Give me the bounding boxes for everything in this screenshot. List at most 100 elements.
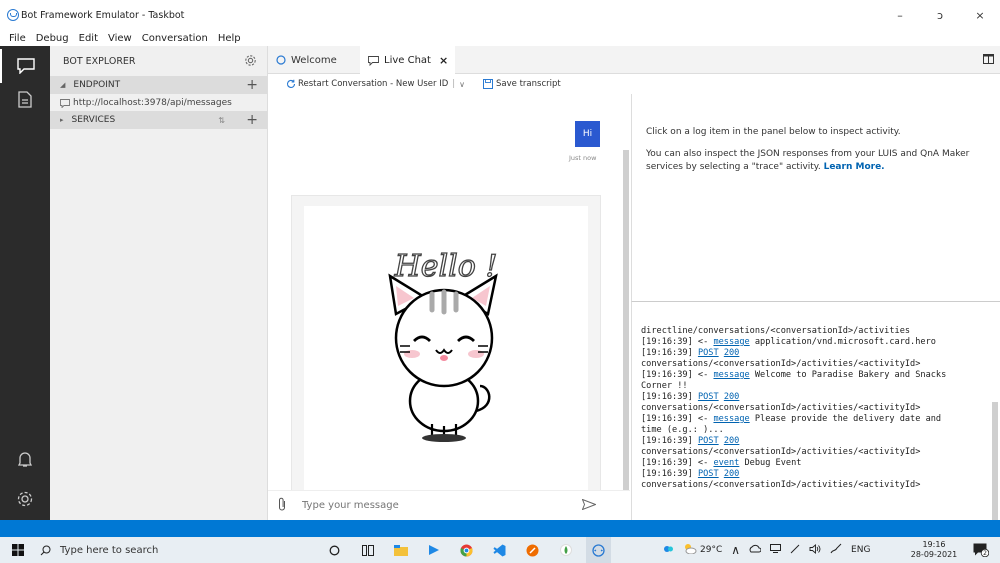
tab-live-chat[interactable]: Live Chat × — [360, 46, 455, 75]
sort-icon[interactable]: ⇅ — [218, 116, 225, 125]
log-entry[interactable]: [19:16:39] <- message Welcome to Paradis… — [641, 370, 993, 381]
language-indicator[interactable]: ENG — [851, 545, 870, 555]
log-status-link[interactable]: 200 — [724, 469, 740, 479]
bot-emulator-taskbar-icon[interactable] — [586, 537, 611, 563]
taskbar-search[interactable]: Type here to search — [40, 537, 158, 563]
log-scrollbar[interactable] — [992, 402, 998, 520]
pen-workspace-icon[interactable] — [830, 543, 842, 557]
log-activity-link[interactable]: message — [713, 370, 749, 380]
chevron-down-icon[interactable]: ∨ — [459, 80, 465, 89]
save-transcript-button[interactable]: Save transcript — [483, 79, 561, 89]
log-entry[interactable]: [19:16:39] <- event Debug Event — [641, 458, 993, 469]
pen-icon[interactable] — [790, 544, 800, 557]
menu-edit[interactable]: Edit — [79, 33, 98, 44]
postman-icon[interactable] — [520, 537, 545, 563]
log-entry-detail: Welcome to Paradise Bakery and Snacks — [749, 370, 947, 380]
log-activity-link[interactable]: event — [713, 458, 739, 468]
add-endpoint-button[interactable]: + — [246, 77, 258, 93]
log-activity-link[interactable]: POST — [698, 436, 719, 446]
app-blue-icon[interactable] — [421, 537, 446, 563]
log-entry[interactable]: [19:16:39] POST 200 — [641, 436, 993, 447]
learn-more-link[interactable]: Learn More. — [824, 162, 885, 172]
chat-scrollbar[interactable] — [623, 150, 629, 490]
log-entry[interactable]: conversations/<conversationId>/activitie… — [641, 359, 993, 370]
bot-explorer-icon[interactable] — [0, 49, 50, 83]
sync-icon[interactable] — [663, 544, 674, 557]
log-entry[interactable]: [19:16:39] POST 200 — [641, 392, 993, 403]
task-view-icon[interactable] — [355, 537, 380, 563]
menu-conversation[interactable]: Conversation — [142, 33, 208, 44]
log-entry[interactable]: Corner !! — [641, 381, 993, 392]
log-entry-detail: Please provide the delivery date and — [749, 414, 942, 424]
menu-file[interactable]: File — [9, 33, 26, 44]
log-entry[interactable]: conversations/<conversationId>/activitie… — [641, 447, 993, 458]
system-tray: 29°C ∧ ENG — [663, 537, 879, 563]
status-bar — [0, 520, 1000, 537]
log-direction: <- — [692, 458, 714, 468]
weather-temperature[interactable]: 29°C — [700, 545, 722, 555]
log-entry[interactable]: conversations/<conversationId>/activitie… — [641, 403, 993, 414]
menu-debug[interactable]: Debug — [36, 33, 69, 44]
log-entry[interactable]: [19:16:39] <- message application/vnd.mi… — [641, 337, 993, 348]
chat-icon — [368, 55, 379, 66]
services-section[interactable]: ▸ SERVICES ⇅ + — [50, 111, 267, 129]
log-status-link[interactable]: 200 — [724, 392, 740, 402]
close-button[interactable]: × — [960, 0, 1000, 30]
hero-card-image: Hello ! — [304, 206, 588, 494]
settings-icon[interactable] — [244, 54, 257, 70]
menu-view[interactable]: View — [108, 33, 132, 44]
app-green-icon[interactable] — [553, 537, 578, 563]
onedrive-icon[interactable] — [749, 544, 762, 556]
log-entry[interactable]: [19:16:39] POST 200 — [641, 469, 993, 480]
endpoint-section[interactable]: ◢ ENDPOINT + — [50, 76, 267, 94]
attachment-icon[interactable] — [278, 497, 286, 514]
log-status-link[interactable]: 200 — [724, 348, 740, 358]
log-activity-link[interactable]: POST — [698, 392, 719, 402]
log-timestamp: [19:16:39] — [641, 392, 693, 402]
restart-conversation-button[interactable]: Restart Conversation - New User ID | ∨ — [286, 79, 465, 89]
chrome-icon[interactable] — [454, 537, 479, 563]
hero-card-text: Hello ! — [394, 249, 498, 284]
log-entry[interactable]: [19:16:39] <- message Please provide the… — [641, 414, 993, 425]
cortana-icon[interactable] — [322, 537, 347, 563]
file-explorer-icon[interactable] — [388, 537, 413, 563]
send-icon[interactable] — [581, 498, 597, 513]
vscode-icon[interactable] — [487, 537, 512, 563]
log-entry[interactable]: conversations/<conversationId>/activitie… — [641, 480, 993, 491]
menu-help[interactable]: Help — [218, 33, 241, 44]
log-entry[interactable]: directline/conversations/<conversationId… — [641, 326, 993, 337]
log-activity-link[interactable]: POST — [698, 469, 719, 479]
message-composer — [268, 490, 630, 520]
endpoint-item[interactable]: http://localhost:3978/api/messages — [50, 95, 267, 111]
settings-gear-icon[interactable] — [0, 482, 50, 516]
minimize-button[interactable]: – — [880, 0, 920, 30]
resources-icon[interactable] — [0, 82, 50, 116]
tab-live-chat-label: Live Chat — [384, 55, 431, 66]
log-entry[interactable]: time (e.g.: )... — [641, 425, 993, 436]
chevron-down-icon: ◢ — [60, 81, 66, 89]
chat-icon — [60, 98, 70, 108]
close-tab-icon[interactable]: × — [439, 54, 448, 67]
log-direction: <- — [692, 414, 714, 424]
log-activity-link[interactable]: message — [713, 414, 749, 424]
split-view-icon[interactable] — [983, 54, 994, 67]
log-entry[interactable]: [19:16:39] POST 200 — [641, 348, 993, 359]
log-activity-link[interactable]: POST — [698, 348, 719, 358]
restore-button[interactable]: ɔ — [920, 0, 960, 30]
windows-start-icon[interactable] — [12, 544, 24, 556]
chevron-up-icon[interactable]: ∧ — [731, 543, 740, 557]
notification-center-icon[interactable]: 2 — [973, 543, 990, 560]
tab-welcome[interactable]: Welcome — [276, 46, 337, 74]
log-activity-link[interactable]: message — [713, 337, 749, 347]
add-service-button[interactable]: + — [246, 112, 258, 128]
menu-bar: File Debug Edit View Conversation Help — [0, 30, 1000, 46]
taskbar-clock[interactable]: 19:16 28-09-2021 — [908, 540, 960, 560]
log-status-link[interactable]: 200 — [724, 436, 740, 446]
volume-icon[interactable] — [809, 543, 821, 557]
inspector-trace-hint: You can also inspect the JSON responses … — [646, 148, 986, 174]
weather-icon[interactable] — [683, 543, 697, 557]
notifications-icon[interactable] — [0, 442, 50, 476]
taskbar-apps — [322, 537, 619, 563]
message-input[interactable] — [302, 500, 572, 511]
network-icon[interactable] — [770, 544, 782, 556]
